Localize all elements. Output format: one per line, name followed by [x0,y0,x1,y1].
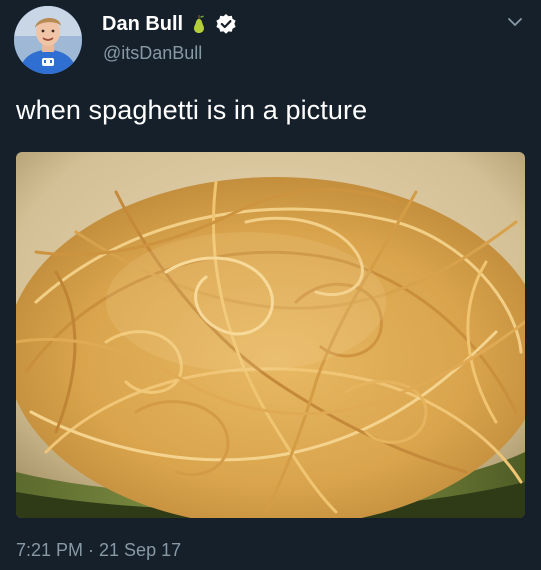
author-display-name[interactable]: Dan Bull [102,12,183,36]
chevron-down-icon[interactable] [507,14,523,30]
pear-icon [189,13,209,35]
tweet-photo[interactable] [16,152,525,518]
spaghetti-photo [16,152,525,518]
avatar-image [14,6,82,74]
tweet-timestamp[interactable]: 7:21 PM · 21 Sep 17 [16,538,181,562]
tweet-text: when spaghetti is in a picture [16,95,368,125]
avatar[interactable] [14,6,82,74]
tweet-card: Dan Bull @itsDanBull when spaghetti is i… [0,0,541,570]
author-handle[interactable]: @itsDanBull [103,42,202,64]
verified-icon [215,13,236,35]
author-name-row[interactable]: Dan Bull [102,12,236,36]
